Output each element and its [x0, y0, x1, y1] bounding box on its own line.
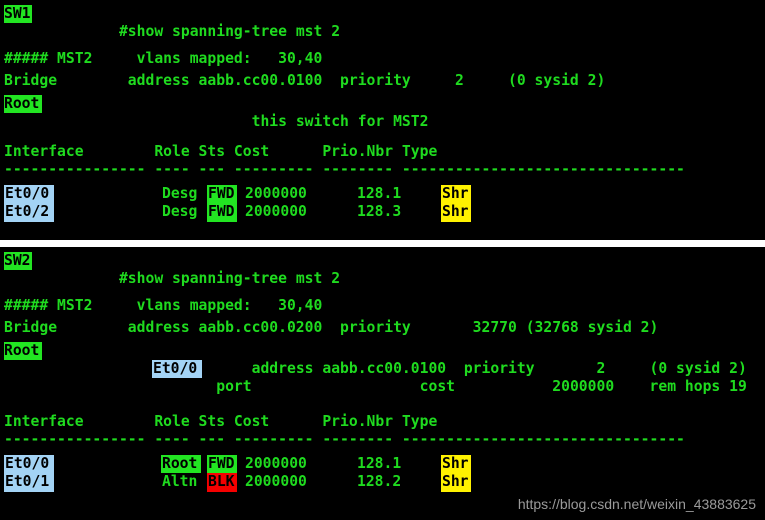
terminal-output-sw1: SW1 #show spanning-tree mst 2 ##### MST2 …	[0, 0, 765, 240]
mst-instance-line-sw1: ##### MST2 vlans mapped: 30,40	[4, 50, 323, 67]
table-row-1-status-sw1: FWD	[208, 185, 235, 202]
watermark-url: https://blog.csdn.net/weixin_43883625	[517, 496, 756, 512]
table-row-2-interface-sw1: Et0/2	[5, 203, 50, 220]
screenshot-root: SW1 #show spanning-tree mst 2 ##### MST2 …	[0, 0, 765, 520]
table-header-sw2: Interface Role Sts Cost Prio.Nbr Type	[4, 413, 438, 430]
table-row-2-prio-sw2: 128.2	[357, 473, 402, 490]
root-port-value-sw2: Et0/0	[153, 360, 198, 377]
table-row-1-prio-sw1: 128.1	[357, 185, 402, 202]
prompt-line-sw1: SW1 #show spanning-tree mst 2	[4, 5, 340, 40]
prompt-command-sw2: #show spanning-tree mst 2	[118, 270, 341, 287]
table-row-1-prio-sw2: 128.1	[357, 455, 402, 472]
table-divider-sw2: ---------------- ---- --- --------- ----…	[4, 431, 685, 448]
table-row-1-status-sw2: FWD	[208, 455, 235, 472]
root-label-sw1: Root	[4, 95, 40, 112]
prompt-line-sw2: SW2 #show spanning-tree mst 2	[4, 252, 340, 287]
table-row-2-role-sw2: Altn	[162, 473, 198, 490]
root-text-sw1: this switch for MST2	[127, 113, 429, 130]
table-row-1-cost-sw1: 2000000	[245, 185, 307, 202]
hostname-sw2: SW2	[4, 252, 31, 269]
table-row-2-cost-sw2: 2000000	[245, 473, 307, 490]
table-row-1-type-sw2: Shr	[442, 455, 469, 472]
table-row-2-prio-sw1: 128.3	[357, 203, 402, 220]
hostname-sw1: SW1	[4, 5, 31, 22]
table-row-1-role-sw2: Root	[162, 455, 198, 472]
mst-instance-line-sw2: ##### MST2 vlans mapped: 30,40	[4, 297, 323, 314]
table-row-2-status-sw1: FWD	[208, 203, 235, 220]
bridge-line-sw2: Bridge address aabb.cc00.0200 priority 3…	[4, 319, 659, 336]
terminal-panel-sw1[interactable]: SW1 #show spanning-tree mst 2 ##### MST2 …	[0, 0, 765, 240]
table-row-1-cost-sw2: 2000000	[245, 455, 307, 472]
root-line-sw1: Root this switch for MST2	[4, 95, 429, 130]
table-row-1-interface-sw1: Et0/0	[5, 185, 50, 202]
bridge-line-sw1: Bridge address aabb.cc00.0100 priority 2…	[4, 72, 606, 89]
table-divider-sw1: ---------------- ---- --- --------- ----…	[4, 161, 685, 178]
table-row-2-cost-sw1: 2000000	[245, 203, 307, 220]
table-row-1-type-sw1: Shr	[442, 185, 469, 202]
root-port-prefix-sw2: port	[92, 378, 287, 395]
table-row-1-interface-sw2: Et0/0	[5, 455, 50, 472]
table-header-sw1: Interface Role Sts Cost Prio.Nbr Type	[4, 143, 438, 160]
table-row-2-interface-sw2: Et0/1	[5, 473, 50, 490]
table-row-1-role-sw1: Desg	[162, 185, 198, 202]
root-port-suffix-sw2: cost 2000000 rem hops 19	[331, 378, 747, 395]
table-row-2-type-sw2: Shr	[442, 473, 469, 490]
table-row-2-role-sw1: Desg	[162, 203, 198, 220]
table-row-2-type-sw1: Shr	[442, 203, 469, 220]
table-row-2-status-sw2: BLK	[208, 473, 235, 490]
root-label-sw2: Root	[4, 342, 40, 359]
terminal-panel-sw2[interactable]: SW2 #show spanning-tree mst 2 ##### MST2 …	[0, 247, 765, 520]
terminal-output-sw2: SW2 #show spanning-tree mst 2 ##### MST2 …	[0, 247, 765, 520]
prompt-command-sw1: #show spanning-tree mst 2	[118, 23, 341, 40]
root-port-line-sw2: port Et0/0 cost 2000000 rem hops 19	[4, 360, 747, 395]
root-line-sw2: Root address aabb.cc00.0100 priority 2 (…	[4, 342, 747, 377]
